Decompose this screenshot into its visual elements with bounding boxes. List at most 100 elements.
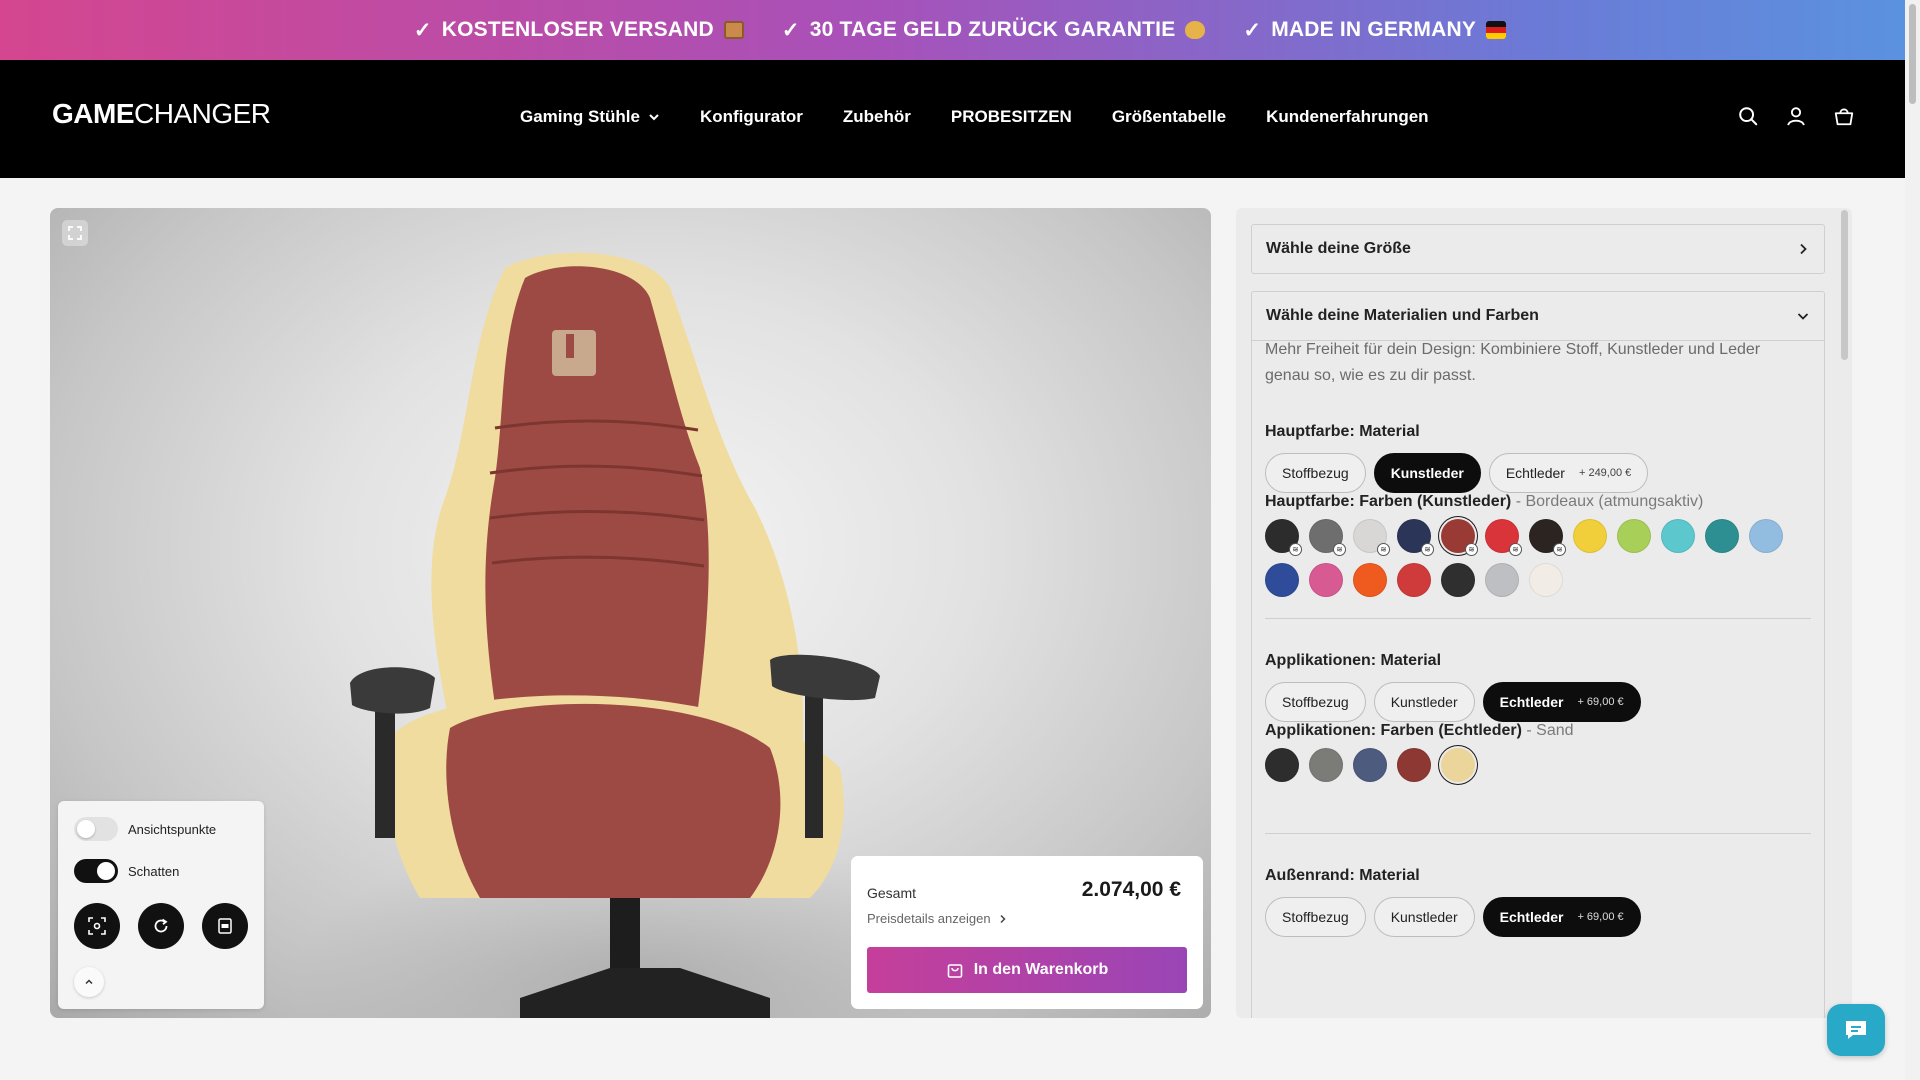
nav-label: Größentabelle — [1111, 107, 1227, 126]
color-swatch[interactable] — [1265, 748, 1299, 782]
option-label: Stoffbezug — [1282, 909, 1349, 925]
color-swatch[interactable] — [1573, 519, 1607, 553]
color-swatch[interactable] — [1353, 563, 1387, 597]
announcement-item: ✓ 30 TAGE GELD ZURÜCK GARANTIE — [782, 18, 1206, 43]
search-icon[interactable] — [1737, 105, 1759, 127]
logo-bold: GAME — [52, 98, 135, 129]
color-swatch[interactable] — [1485, 563, 1519, 597]
viewer-action-buttons — [74, 903, 248, 949]
announcement-text: KOSTENLOSER VERSAND — [441, 18, 714, 41]
option-surcharge: + 69,00 € — [1577, 911, 1624, 923]
nav-groessentabelle[interactable]: Größentabelle — [1112, 107, 1226, 127]
material-option-stoffbezug[interactable]: Stoffbezug — [1265, 453, 1366, 493]
color-swatch[interactable]: ≋ — [1485, 519, 1522, 556]
color-swatch[interactable] — [1397, 748, 1431, 782]
app-colors-title: Applikationen: Farben (Echtleder) - Sand — [1265, 722, 1574, 740]
site-header: GAMECHANGER Gaming Stühle Konfigurator Z… — [0, 60, 1905, 178]
page-scrollbar[interactable] — [1905, 0, 1920, 1080]
color-swatch[interactable]: ≋ — [1441, 519, 1478, 556]
material-option-stoffbezug[interactable]: Stoffbezug — [1265, 682, 1366, 722]
focus-icon — [88, 917, 106, 935]
scrollbar-thumb[interactable] — [1909, 4, 1916, 104]
main-material-title: Hauptfarbe: Material — [1265, 423, 1420, 440]
material-option-kunstleder[interactable]: Kunstleder — [1373, 897, 1475, 937]
color-swatch[interactable] — [1309, 563, 1343, 597]
toggle-viewpoints[interactable]: Ansichtspunkte — [74, 817, 216, 841]
breathable-icon: ≋ — [1509, 543, 1522, 556]
fullscreen-button[interactable] — [62, 220, 88, 246]
material-option-stoffbezug[interactable]: Stoffbezug — [1265, 897, 1366, 937]
color-swatch[interactable] — [1309, 748, 1343, 782]
add-to-cart-button[interactable]: In den Warenkorb — [867, 947, 1187, 993]
size-accordion-header[interactable]: Wähle deine Größe — [1252, 225, 1824, 273]
chevron-right-icon — [1800, 243, 1807, 255]
check-icon: ✓ — [413, 18, 432, 42]
size-accordion[interactable]: Wähle deine Größe — [1251, 224, 1825, 274]
color-swatch[interactable] — [1705, 519, 1739, 553]
edge-material-title: Außenrand: Material — [1265, 867, 1420, 884]
app-material-title: Applikationen: Material — [1265, 652, 1442, 669]
color-swatch[interactable] — [1661, 519, 1695, 553]
main-color-swatches: ≋ ≋ ≋ ≋ ≋ ≋ ≋ — [1265, 519, 1783, 597]
focus-button[interactable] — [74, 903, 120, 949]
color-swatch[interactable] — [1749, 519, 1783, 553]
account-icon[interactable] — [1785, 105, 1807, 127]
money-bag-icon — [1185, 21, 1206, 39]
chair-base — [520, 968, 770, 1018]
nav-konfigurator[interactable]: Konfigurator — [700, 107, 803, 127]
toggle-label: Ansichtspunkte — [128, 821, 217, 837]
pdf-button[interactable] — [202, 903, 248, 949]
nav-probesitzen[interactable]: PROBESITZEN — [951, 107, 1072, 127]
price-details-link[interactable]: Preisdetails anzeigen — [867, 911, 1007, 926]
pdf-icon — [218, 918, 232, 934]
intro-text: Mehr Freiheit für dein Design: Kombinier… — [1265, 341, 1761, 384]
material-option-kunstleder[interactable]: Kunstleder — [1373, 682, 1475, 722]
header-icons — [1737, 105, 1855, 127]
color-swatch[interactable] — [1441, 563, 1475, 597]
color-swatch[interactable] — [1397, 563, 1431, 597]
color-swatch[interactable] — [1265, 563, 1299, 597]
nav-gaming-stuehle[interactable]: Gaming Stühle — [520, 107, 660, 127]
color-swatch[interactable] — [1441, 748, 1475, 782]
color-swatch[interactable]: ≋ — [1529, 519, 1566, 556]
color-swatch[interactable] — [1617, 519, 1651, 553]
material-option-echtleder[interactable]: Echtleder + 69,00 € — [1482, 682, 1641, 722]
main-colors-title-text: Hauptfarbe: Farben (Kunstleder) — [1265, 493, 1512, 510]
breathable-icon: ≋ — [1333, 543, 1346, 556]
nav-zubehoer[interactable]: Zubehör — [843, 107, 911, 127]
option-surcharge: + 249,00 € — [1578, 467, 1632, 479]
check-icon: ✓ — [781, 18, 800, 42]
chevron-up-icon — [85, 979, 93, 985]
color-swatch[interactable] — [1529, 563, 1563, 597]
main-nav: Gaming Stühle Konfigurator Zubehör PROBE… — [520, 107, 1429, 127]
material-option-echtleder[interactable]: Echtleder + 69,00 € — [1482, 897, 1641, 937]
product-viewer[interactable]: Ansichtspunkte Schatten Gesamt 2.074,00 … — [50, 208, 1211, 1018]
app-material-options: Stoffbezug Kunstleder Echtleder + 69,00 € — [1265, 682, 1641, 722]
divider — [1265, 833, 1811, 834]
color-swatch[interactable]: ≋ — [1353, 519, 1390, 556]
viewpoints-toggle[interactable] — [74, 817, 118, 841]
cart-icon[interactable] — [1833, 105, 1855, 127]
option-label: Stoffbezug — [1282, 694, 1349, 710]
color-swatch[interactable]: ≋ — [1397, 519, 1434, 556]
toggle-shadow[interactable]: Schatten — [74, 859, 179, 883]
config-scrollbar[interactable] — [1841, 210, 1848, 360]
main-colors-selected: - Bordeaux (atmungsaktiv) — [1515, 493, 1704, 510]
left-armrest-pad — [350, 667, 435, 714]
color-swatch[interactable]: ≋ — [1265, 519, 1302, 556]
announcement-item: ✓ KOSTENLOSER VERSAND — [414, 18, 744, 43]
shadow-toggle[interactable] — [74, 859, 118, 883]
color-swatch[interactable] — [1353, 748, 1387, 782]
reset-view-button[interactable] — [138, 903, 184, 949]
material-option-echtleder[interactable]: Echtleder + 249,00 € — [1488, 453, 1649, 493]
collapse-controls-button[interactable] — [74, 967, 104, 997]
option-label: Stoffbezug — [1282, 465, 1349, 481]
breathable-icon: ≋ — [1553, 543, 1566, 556]
price-label: Gesamt — [867, 885, 917, 901]
chat-button[interactable] — [1827, 1004, 1885, 1056]
logo[interactable]: GAMECHANGER — [52, 98, 271, 130]
material-option-kunstleder[interactable]: Kunstleder — [1373, 453, 1481, 493]
configuration-panel: Wähle deine Größe Wähle deine Materialie… — [1236, 208, 1852, 1018]
color-swatch[interactable]: ≋ — [1309, 519, 1346, 556]
nav-kundenerfahrungen[interactable]: Kundenerfahrungen — [1266, 107, 1428, 127]
